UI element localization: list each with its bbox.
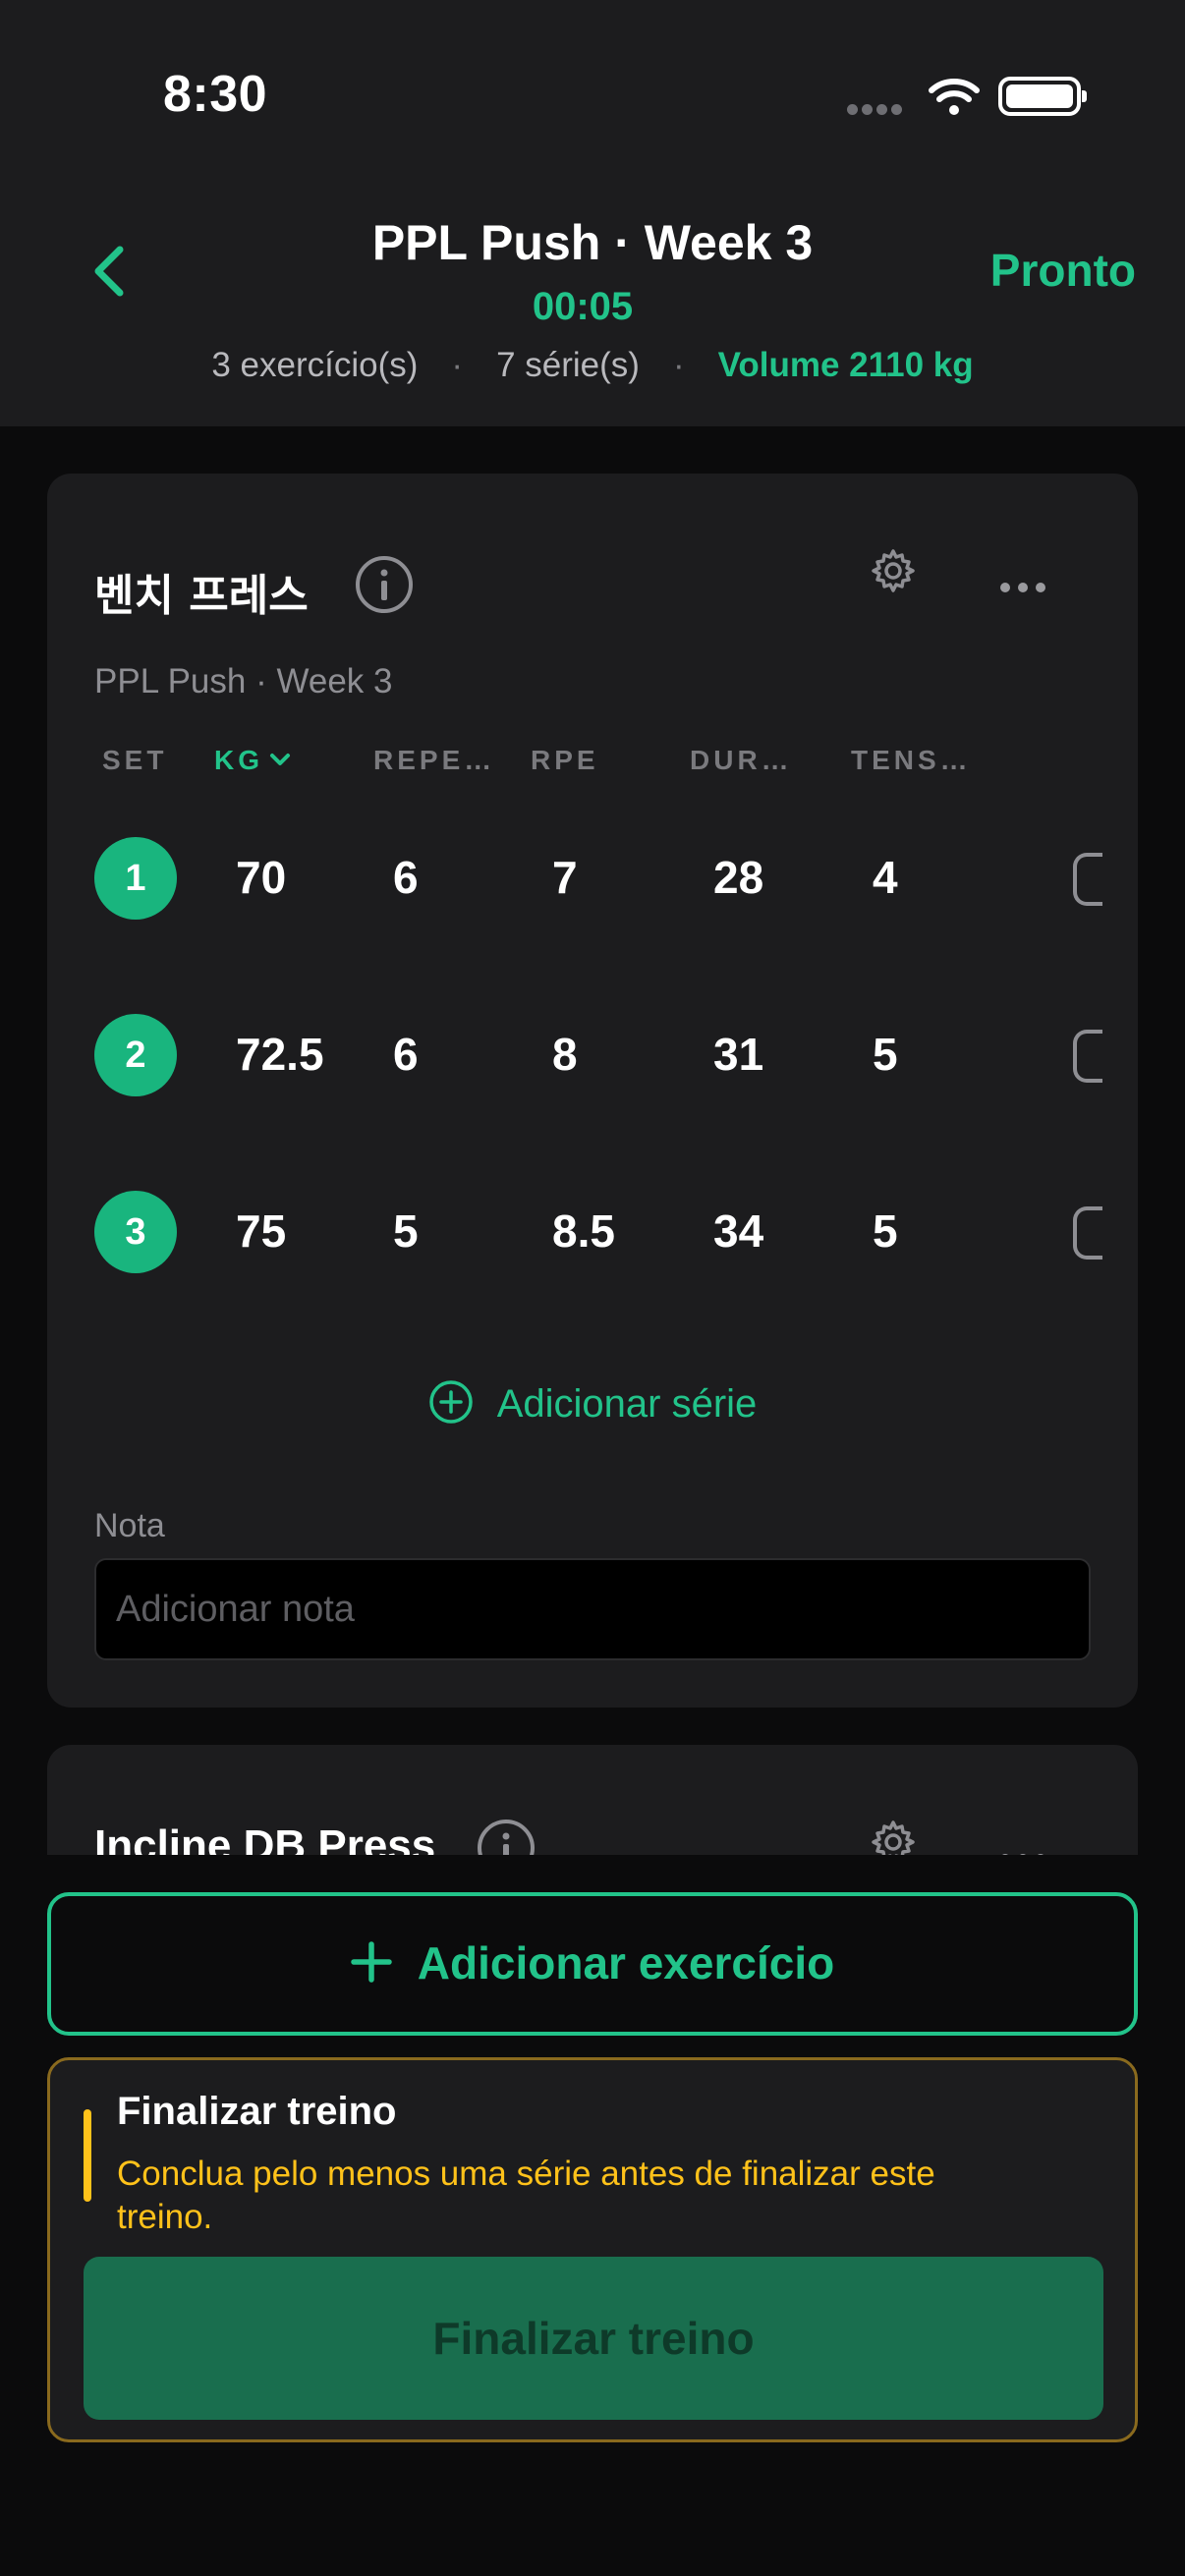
exercise-name: 벤치 프레스: [94, 571, 309, 621]
bottom-actions: Adicionar exercício Finalizar treino Con…: [0, 1855, 1185, 2576]
set-rpe[interactable]: 7: [552, 851, 578, 904]
set-kg[interactable]: 72.5: [236, 1028, 324, 1081]
more-icon[interactable]: [1000, 580, 1053, 597]
set-duration[interactable]: 34: [713, 1204, 763, 1258]
set-number-badge[interactable]: 3: [94, 1191, 177, 1273]
set-duration[interactable]: 31: [713, 1028, 763, 1081]
finish-panel-title: Finalizar treino: [117, 2090, 397, 2133]
info-icon[interactable]: [354, 554, 415, 615]
column-header-kg-label: KG: [214, 745, 263, 775]
note-label: Nota: [94, 1507, 165, 1544]
set-tension[interactable]: 5: [873, 1204, 898, 1258]
set-reps[interactable]: 6: [393, 851, 419, 904]
set-rpe[interactable]: 8: [552, 1028, 578, 1081]
set-complete-checkbox[interactable]: [1073, 853, 1102, 906]
exercise-count: 3 exercício(s): [211, 346, 419, 384]
note-input[interactable]: [94, 1558, 1091, 1660]
status-bar: 8:30: [0, 0, 1185, 187]
set-row: 1 70 6 7 28 4: [47, 817, 1138, 935]
column-header-rpe[interactable]: RPE: [531, 745, 599, 776]
column-header-tension[interactable]: TENS…: [851, 745, 972, 776]
gear-icon[interactable]: [871, 1820, 916, 1855]
finish-workout-panel: Finalizar treino Conclua pelo menos uma …: [47, 2057, 1138, 2442]
set-number-badge[interactable]: 1: [94, 837, 177, 920]
add-exercise-button[interactable]: Adicionar exercício: [47, 1892, 1138, 2036]
set-number-badge[interactable]: 2: [94, 1014, 177, 1096]
workout-summary: 3 exercício(s) · 7 série(s) · Volume 2110 kg: [0, 346, 1185, 385]
set-complete-checkbox[interactable]: [1073, 1030, 1102, 1083]
workout-header: 8:30 PPL Push · Week 3 00:05 Pronto 3 ex…: [0, 0, 1185, 426]
set-reps[interactable]: 6: [393, 1028, 419, 1081]
set-duration[interactable]: 28: [713, 851, 763, 904]
plus-icon: [351, 1941, 392, 1983]
add-set-button[interactable]: Adicionar série: [47, 1379, 1138, 1427]
finish-warning-message: Conclua pelo menos uma série antes de fi…: [117, 2155, 935, 2236]
set-rpe[interactable]: 8.5: [552, 1204, 615, 1258]
wifi-icon: [929, 79, 980, 115]
exercise-subtitle: PPL Push · Week 3: [94, 662, 393, 700]
exercise-name: Incline DB Press: [94, 1821, 436, 1855]
volume-total: Volume 2110 kg: [717, 346, 974, 384]
set-row: 2 72.5 6 8 31 5: [47, 994, 1138, 1112]
plus-circle-icon: [428, 1380, 473, 1424]
set-tension[interactable]: 4: [873, 851, 898, 904]
warning-accent-bar: [84, 2109, 91, 2202]
add-set-label: Adicionar série: [496, 1382, 758, 1426]
signal-icon: [847, 102, 906, 120]
info-icon[interactable]: [476, 1818, 536, 1855]
set-row: 3 75 5 8.5 34 5: [47, 1171, 1138, 1289]
set-tension[interactable]: 5: [873, 1028, 898, 1081]
exercise-card: 벤치 프레스 PPL Push · Week 3 SET KG REPE… RP…: [47, 474, 1138, 1708]
add-exercise-label: Adicionar exercício: [417, 1937, 835, 1988]
finish-workout-button[interactable]: Finalizar treino: [84, 2257, 1103, 2420]
set-count: 7 série(s): [496, 346, 640, 384]
column-header-duration[interactable]: DUR…: [690, 745, 793, 776]
exercise-list[interactable]: 벤치 프레스 PPL Push · Week 3 SET KG REPE… RP…: [0, 426, 1185, 1855]
exercise-card: Incline DB Press: [47, 1745, 1138, 1855]
column-header-kg[interactable]: KG: [214, 745, 291, 776]
set-reps[interactable]: 5: [393, 1204, 419, 1258]
summary-separator: ·: [451, 346, 464, 384]
battery-icon: [998, 77, 1087, 116]
chevron-down-icon: [270, 754, 290, 765]
set-complete-checkbox[interactable]: [1073, 1206, 1102, 1260]
summary-separator: ·: [672, 346, 685, 384]
set-kg[interactable]: 75: [236, 1204, 286, 1258]
status-time: 8:30: [163, 66, 268, 123]
column-header-set: SET: [102, 745, 168, 775]
set-kg[interactable]: 70: [236, 851, 286, 904]
done-button[interactable]: Pronto: [990, 244, 1136, 297]
column-header-reps[interactable]: REPE…: [373, 745, 495, 776]
gear-icon[interactable]: [871, 548, 916, 593]
